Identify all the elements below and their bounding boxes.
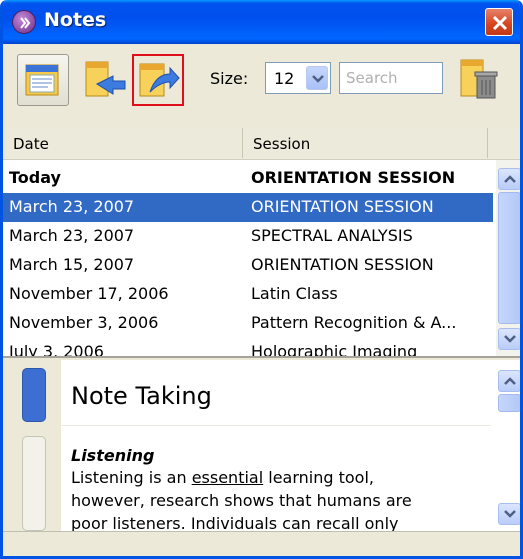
size-select[interactable]: 12 — [265, 62, 331, 94]
notes-view-button[interactable] — [17, 54, 69, 106]
trash-icon — [460, 59, 498, 99]
delete-button[interactable] — [455, 52, 507, 104]
note-content-pane[interactable]: Note Taking Listening Listening is an es… — [3, 360, 520, 531]
row-date: March 23, 2007 — [9, 226, 135, 245]
row-date: July 3, 2006 — [9, 342, 104, 358]
note-text-line: Listening is an essential learning tool, — [71, 468, 374, 487]
row-session: ORIENTATION SESSION — [251, 168, 456, 187]
table-header: Date Session — [3, 128, 520, 160]
list-scrollbar[interactable] — [496, 160, 520, 356]
row-date: March 15, 2007 — [9, 255, 135, 274]
window-title: Notes — [44, 9, 107, 31]
search-input[interactable] — [339, 62, 443, 94]
note-heading: Listening — [71, 446, 155, 465]
row-session: Latin Class — [251, 284, 338, 303]
note-gutter — [3, 360, 61, 531]
row-date: November 3, 2006 — [9, 313, 159, 332]
table-row[interactable]: July 3, 2006 Holographic Imaging — [3, 338, 493, 358]
chevron-up-icon — [504, 175, 516, 183]
row-session: ORIENTATION SESSION — [251, 197, 434, 216]
note-tab[interactable] — [22, 436, 46, 531]
column-header-date[interactable]: Date — [3, 128, 243, 158]
status-bar — [3, 531, 520, 556]
table-row[interactable]: March 23, 2007 SPECTRAL ANALYSIS — [3, 222, 493, 251]
size-value: 12 — [274, 69, 295, 88]
folder-import-icon — [85, 61, 126, 97]
session-list: Today ORIENTATION SESSION March 23, 2007… — [3, 160, 520, 358]
scroll-thumb[interactable] — [498, 394, 520, 412]
row-date: March 23, 2007 — [9, 197, 135, 216]
row-session: ORIENTATION SESSION — [251, 255, 434, 274]
folder-export-icon — [139, 63, 180, 97]
toolbar: Size: 12 — [3, 44, 520, 128]
scroll-up-button[interactable] — [498, 370, 520, 392]
table-row[interactable]: November 17, 2006 Latin Class — [3, 280, 493, 309]
table-row[interactable]: March 23, 2007 ORIENTATION SESSION — [3, 193, 493, 222]
underlined-word: essential — [191, 468, 264, 487]
scroll-down-button[interactable] — [498, 328, 520, 350]
notes-window: Notes Size: 12 Search Date Session Today… — [0, 0, 523, 559]
row-date: Today — [9, 168, 61, 187]
row-session: SPECTRAL ANALYSIS — [251, 226, 413, 245]
close-button[interactable] — [485, 8, 513, 36]
row-session: Holographic Imaging — [251, 342, 418, 358]
app-logo-icon — [12, 10, 36, 34]
chevron-up-icon — [504, 377, 516, 385]
row-date: November 17, 2006 — [9, 284, 169, 303]
note-scrollbar[interactable] — [496, 360, 520, 531]
column-header-session[interactable]: Session — [243, 128, 488, 158]
scroll-thumb[interactable] — [498, 192, 520, 324]
table-row[interactable]: November 3, 2006 Pattern Recognition & A… — [3, 309, 493, 338]
import-button[interactable] — [79, 54, 131, 106]
note-text-line: however, research shows that humans are — [71, 491, 412, 510]
chevron-down-icon — [312, 75, 324, 83]
export-button[interactable] — [132, 54, 184, 106]
dropdown-arrow-button[interactable] — [306, 66, 328, 90]
notes-list-icon — [25, 64, 59, 96]
scroll-up-button[interactable] — [498, 168, 520, 190]
table-row[interactable]: Today ORIENTATION SESSION — [3, 164, 493, 193]
chevron-down-icon — [504, 335, 516, 343]
note-text-line: poor listeners. Individuals can recall o… — [71, 514, 399, 531]
table-row[interactable]: March 15, 2007 ORIENTATION SESSION — [3, 251, 493, 280]
divider — [61, 425, 491, 426]
size-label: Size: — [210, 69, 249, 88]
close-icon — [492, 15, 508, 31]
chevron-down-icon — [504, 510, 516, 518]
title-bar[interactable]: Notes — [3, 0, 520, 44]
row-session: Pattern Recognition & A... — [251, 313, 457, 332]
note-title: Note Taking — [71, 382, 212, 410]
note-tab-active[interactable] — [22, 368, 46, 422]
scroll-down-button[interactable] — [498, 503, 520, 525]
